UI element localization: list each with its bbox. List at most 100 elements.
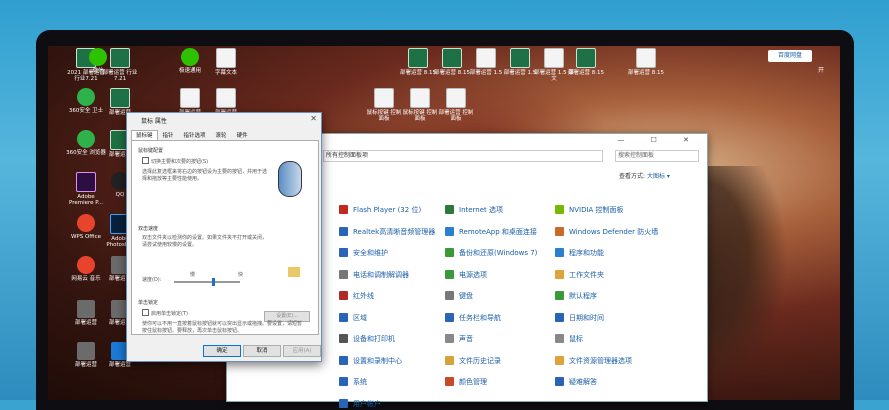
control-panel-item-label: 程序和功能 (569, 249, 604, 257)
tab-hardware[interactable]: 硬件 (232, 130, 253, 140)
control-panel-item-label: Realtek高清晰音频管理器 (353, 227, 436, 236)
control-panel-item[interactable]: 日期和时间 (555, 312, 604, 324)
checkbox-box[interactable] (142, 309, 149, 316)
doc-file-icon (374, 88, 394, 108)
control-panel-item[interactable]: 安全和维护 (339, 247, 388, 259)
control-panel-item-icon (339, 291, 348, 300)
control-panel-item[interactable]: 工作文件夹 (555, 269, 604, 281)
control-panel-item-icon (339, 269, 348, 279)
double-click-speed-slider[interactable] (174, 278, 240, 286)
control-panel-item[interactable]: 用户帐户 (339, 398, 381, 410)
control-panel-item[interactable]: 红外线 (339, 290, 374, 302)
desktop-icon-label: 部署运营 (108, 362, 131, 368)
wx-file-icon (89, 48, 107, 66)
control-panel-item-label: 颜色管理 (459, 378, 487, 386)
control-panel-item[interactable]: 程序和功能 (555, 247, 604, 259)
tab-pointer-options[interactable]: 指针选项 (179, 130, 211, 140)
control-panel-item-label: 红外线 (353, 292, 374, 300)
control-panel-item-icon (339, 312, 348, 322)
control-panel-item-icon (555, 291, 564, 300)
doc-file-icon (544, 48, 564, 68)
click-lock-checkbox[interactable]: 启用单击锁定(T) (142, 309, 188, 318)
desktop-icon[interactable]: 部署运营 8.15 (566, 48, 606, 76)
switch-buttons-label: 切换主要和次要的按钮(S) (151, 159, 209, 165)
desktop-icon[interactable]: 部署运营 控制面板 (436, 88, 476, 122)
control-panel-item[interactable]: RemoteApp 和桌面连接 (445, 226, 537, 238)
test-folder-icon[interactable] (288, 267, 300, 277)
fast-label: 快 (238, 272, 244, 278)
desktop-icon-label: 字幕文本 (214, 70, 237, 76)
desktop-icon[interactable]: Adobe Premiere P... (66, 172, 106, 206)
control-panel-item-icon (445, 205, 454, 214)
tab-wheel[interactable]: 滚轮 (211, 130, 232, 140)
control-panel-item-icon (445, 248, 454, 257)
apply-button[interactable]: 应用(A) (283, 345, 321, 357)
control-panel-item-label: NVIDIA 控制面板 (569, 206, 624, 214)
control-panel-item-label: 鼠标 (569, 335, 583, 343)
desktop-icon-label: 部署运营 8.15 (628, 70, 664, 76)
search-input[interactable]: 搜索控制面板 (615, 150, 699, 162)
control-panel-item[interactable]: 声音 (445, 333, 473, 345)
control-panel-item-label: 电源选项 (459, 270, 487, 279)
ok-button[interactable]: 确定 (203, 345, 241, 357)
control-panel-item[interactable]: Flash Player (32 位) (339, 204, 421, 216)
control-panel-item-icon (339, 334, 348, 343)
control-panel-item[interactable]: 鼠标 (555, 333, 583, 345)
doc-file-icon (636, 48, 656, 68)
view-by-value[interactable]: 大图标 ▾ (647, 173, 670, 180)
control-panel-item[interactable]: 电源选项 (445, 269, 487, 281)
control-panel-item-label: Flash Player (32 位) (353, 206, 422, 214)
control-panel-item-icon (555, 248, 564, 257)
control-panel-item[interactable]: 疑难解答 (555, 376, 597, 388)
control-panel-item[interactable]: 系统 (339, 376, 367, 388)
control-panel-item[interactable]: 键盘 (445, 290, 473, 302)
view-by[interactable]: 查看方式: 大图标 ▾ (619, 171, 670, 180)
desktop-icon[interactable]: 字幕文本 (206, 48, 246, 76)
control-panel-item[interactable]: 区域 (339, 312, 367, 324)
desktop-icon-label: Adobe Premiere P... (69, 194, 103, 206)
control-panel-item[interactable]: 备份和还原(Windows 7) (445, 247, 537, 259)
control-panel-item[interactable]: Realtek高清晰音频管理器 (339, 226, 435, 238)
doc-file-icon (216, 48, 236, 68)
control-panel-item[interactable]: 任务栏和导航 (445, 312, 501, 324)
control-panel-item[interactable]: 设备和打印机 (339, 333, 395, 345)
tab-pointers[interactable]: 指针 (158, 130, 179, 140)
pr-file-icon (76, 172, 96, 192)
desktop-icon[interactable]: 极速通用 (170, 48, 210, 74)
control-panel-item-label: 疑难解答 (569, 378, 597, 386)
control-panel-item[interactable]: Windows Defender 防火墙 (555, 226, 658, 238)
control-panel-item[interactable]: 文件历史记录 (445, 355, 501, 367)
desktop-icon-label: 鼠标按键 控制面板 (366, 110, 402, 122)
control-panel-item[interactable]: 设置和录制中心 (339, 355, 402, 367)
red-file-icon (77, 256, 95, 274)
control-panel-item[interactable]: 颜色管理 (445, 376, 487, 388)
slider-thumb[interactable] (212, 278, 216, 286)
control-panel-item[interactable]: 文件资源管理器选项 (555, 355, 632, 367)
double-click-desc: 双击文件夹以检测你的设置。如果文件夹不打开或关闭，请尝试使用较慢的设置。 (142, 235, 268, 248)
click-lock-group: 单击锁定 (138, 300, 159, 306)
address-bar[interactable]: 所有控制面板项 (323, 150, 603, 162)
switch-buttons-checkbox[interactable]: 切换主要和次要的按钮(S) (142, 157, 208, 166)
baidu-netdisk-shortcut[interactable]: 百度网盘 (768, 50, 812, 62)
cancel-button[interactable]: 取消 (243, 345, 281, 357)
control-panel-item[interactable]: 电话和调制解调器 (339, 269, 409, 281)
desktop-icon-label: 极速通用 (178, 68, 201, 74)
control-panel-item-icon (555, 226, 564, 236)
window-controls[interactable]: — ☐ ✕ (617, 136, 701, 144)
control-panel-item[interactable]: 默认程序 (555, 290, 597, 302)
control-panel-item[interactable]: Internet 选项 (445, 204, 503, 216)
control-panel-item-icon (445, 377, 454, 386)
control-panel-item[interactable]: NVIDIA 控制面板 (555, 204, 624, 216)
desktop-icon-label: 微信 (92, 68, 104, 74)
control-panel-item-icon (445, 312, 454, 322)
tab-buttons[interactable]: 鼠标键 (131, 130, 158, 140)
desktop-icon[interactable]: 鼠标按键 控制面板 (400, 88, 440, 122)
desktop-icon[interactable]: 部署运营 8.15 (626, 48, 666, 76)
desktop-icon[interactable]: 微信 (78, 48, 118, 74)
tab-panel: 鼠标键配置 切换主要和次要的按钮(S) 选择此复选框来将右边的按钮设为主要的按钮… (131, 140, 319, 335)
xls-file-icon (110, 88, 130, 108)
checkbox-box[interactable] (142, 157, 149, 164)
speed-label: 速度(D): (142, 277, 162, 283)
desktop-icon[interactable]: 鼠标按键 控制面板 (364, 88, 404, 122)
close-icon[interactable]: ✕ (310, 114, 317, 123)
